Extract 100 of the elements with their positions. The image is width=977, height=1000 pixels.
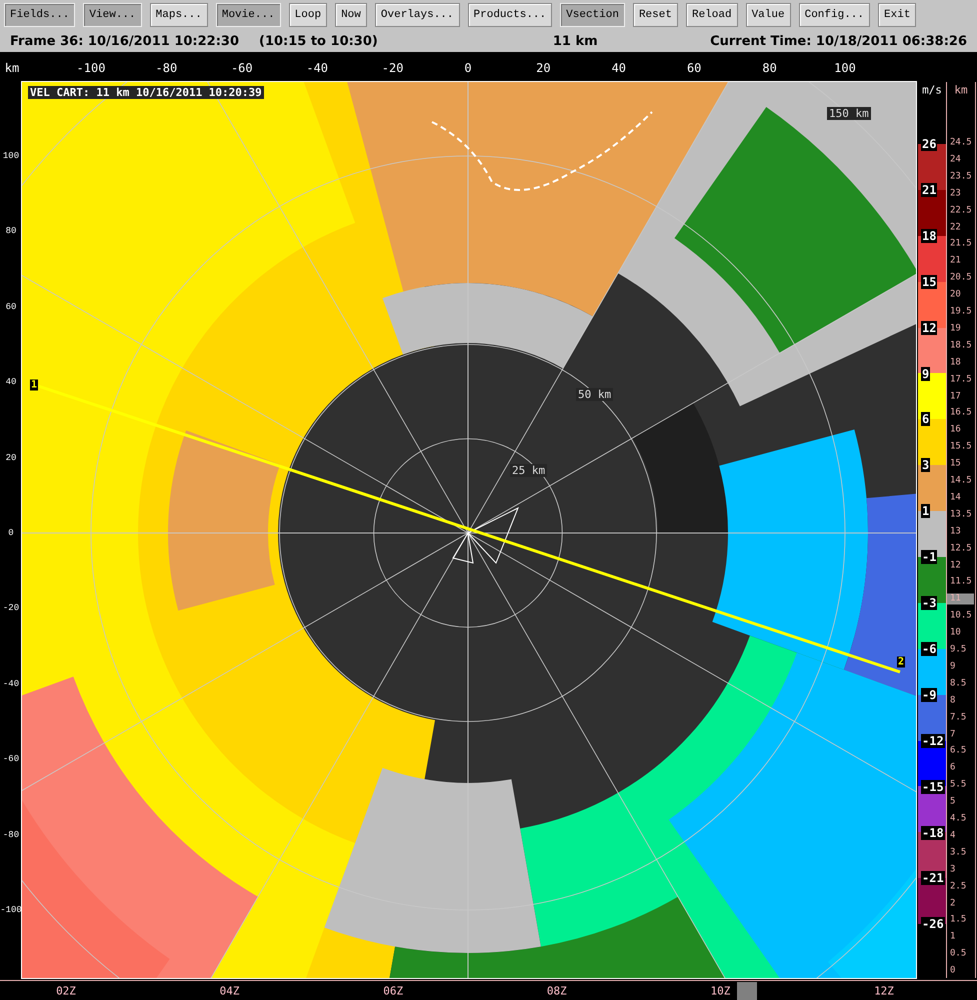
height-tick-label: 0.5 <box>949 948 968 960</box>
toolbar-button[interactable]: Now <box>335 3 367 27</box>
range-ring-label: 25 km <box>510 464 548 477</box>
scale-value-label: -18 <box>921 826 945 840</box>
axis-tick-label: 0 <box>464 61 472 75</box>
axis-tick-label: -100 <box>76 61 106 75</box>
axis-tick-label: -20 <box>382 61 404 75</box>
toolbar-button[interactable]: Maps... <box>150 3 208 27</box>
toolbar-button[interactable]: View... <box>83 3 142 27</box>
height-tick-label: 2 <box>949 898 956 909</box>
height-tick-label: 8 <box>949 695 956 706</box>
axis-tick-label: 60 <box>6 302 16 312</box>
height-tick-label: 11 <box>947 594 974 605</box>
height-tick-label: 1 <box>949 932 956 943</box>
height-tick-label: 7 <box>949 729 956 740</box>
toolbar-button[interactable]: Products... <box>468 3 552 27</box>
height-tick-label: 9 <box>949 661 956 672</box>
axis-tick-label: -20 <box>2 603 20 614</box>
scale-value-label: 12 <box>921 320 938 335</box>
range-ring-label: 150 km <box>827 107 871 120</box>
height-tick-label: 22.5 <box>949 205 973 216</box>
axis-tick-label: -40 <box>306 61 328 75</box>
axis-tick-label: 60 <box>686 61 702 75</box>
height-tick-label: 1.5 <box>949 914 968 926</box>
height-tick-label: 12 <box>949 560 962 571</box>
axis-tick-label: 0 <box>8 528 14 538</box>
toolbar-button[interactable]: Movie... <box>216 3 281 27</box>
scale-value-label: -12 <box>921 734 945 748</box>
vsection-start-marker: 1 <box>30 380 38 390</box>
scale-value-label: 15 <box>921 274 938 289</box>
height-tick-label: 20 <box>949 290 962 301</box>
height-tick-label: 19.5 <box>949 306 973 318</box>
time-tick-label: 12Z <box>874 984 894 998</box>
scale-value-label: -1 <box>921 550 938 564</box>
axis-tick-label: 100 <box>2 151 20 161</box>
toolbar-button[interactable]: Config... <box>798 3 870 27</box>
height-tick-label: 9.5 <box>949 644 968 656</box>
toolbar-button[interactable]: Vsection <box>560 3 625 27</box>
height-tick-label: 6.5 <box>949 746 968 757</box>
scale-unit-label: m/s <box>922 84 942 96</box>
frame-range-label: (10:15 to 10:30) <box>259 34 378 48</box>
height-tick-label: 18.5 <box>949 340 973 352</box>
scale-value-label: -3 <box>921 596 938 610</box>
height-tick-label: 15 <box>949 458 962 470</box>
height-tick-label: 3 <box>949 864 956 876</box>
scale-value-label: -9 <box>921 688 938 702</box>
scale-value-label: 3 <box>921 458 930 472</box>
toolbar-button[interactable]: Reload <box>686 3 738 27</box>
axis-tick-label: -40 <box>2 678 20 689</box>
axis-tick-label: 40 <box>612 61 626 75</box>
height-tick-label: 23.5 <box>949 171 973 182</box>
frame-label: Frame 36: 10/16/2011 10:22:30 <box>10 34 239 48</box>
toolbar-button[interactable]: Reset <box>632 3 678 27</box>
height-tick-label: 23 <box>949 188 962 200</box>
scale-value-label: 26 <box>921 137 938 151</box>
height-tick-label: 4 <box>949 830 956 842</box>
scale-value-label: 21 <box>921 182 938 197</box>
time-tick-label: 04Z <box>220 984 240 998</box>
toolbar-button[interactable]: Fields... <box>4 3 76 27</box>
height-tick-label: 15.5 <box>949 442 973 453</box>
height-tick-label: 2.5 <box>949 881 968 892</box>
scale-value-label: -15 <box>921 780 945 794</box>
height-tick-label: 18 <box>949 357 962 368</box>
height-tick-label: 10 <box>949 628 962 639</box>
height-tick-label: 8.5 <box>949 678 968 690</box>
axis-tick-label: 20 <box>536 61 551 75</box>
toolbar-button[interactable]: Value <box>746 3 791 27</box>
height-tick-label: 19 <box>949 323 962 334</box>
vsection-end-marker: 2 <box>896 656 906 668</box>
scale-value-label: -21 <box>921 871 945 886</box>
height-tick-label: 17.5 <box>949 374 973 386</box>
height-tick-label: 10.5 <box>949 610 973 622</box>
height-tick-label: 6 <box>949 762 956 774</box>
current-time-label: Current Time: 10/18/2011 06:38:26 <box>710 34 967 48</box>
toolbar-button[interactable]: Overlays... <box>374 3 460 27</box>
height-label: 11 km <box>552 34 598 48</box>
time-cursor[interactable] <box>737 982 758 1000</box>
height-tick-label: 13.5 <box>949 509 973 520</box>
time-tick-label: 10Z <box>710 984 730 998</box>
height-tick-label: 4.5 <box>949 814 968 824</box>
height-tick-label: 3.5 <box>949 847 968 858</box>
axis-tick-label: -100 <box>0 905 22 915</box>
height-tick-label: 14 <box>949 492 962 504</box>
height-tick-label: 14.5 <box>949 476 973 486</box>
time-tick-label: 08Z <box>546 984 567 998</box>
toolbar-button[interactable]: Exit <box>878 3 916 27</box>
height-tick-label: 16 <box>949 424 962 436</box>
time-tick-label: 06Z <box>383 984 404 998</box>
height-tick-label: 5 <box>949 796 956 808</box>
toolbar-button[interactable]: Loop <box>288 3 328 27</box>
time-tick-label: 02Z <box>56 984 76 998</box>
axis-tick-label: 40 <box>6 377 16 388</box>
height-tick-label: 24.5 <box>949 138 973 148</box>
scale-value-label: 6 <box>921 412 930 426</box>
axis-tick-label: -80 <box>156 61 178 75</box>
axis-tick-label: -80 <box>2 830 20 840</box>
height-tick-label: 21 <box>949 256 962 267</box>
range-ring-label: 50 km <box>576 388 614 401</box>
height-tick-label: 22 <box>949 222 962 233</box>
height-tick-label: 5.5 <box>949 780 968 791</box>
